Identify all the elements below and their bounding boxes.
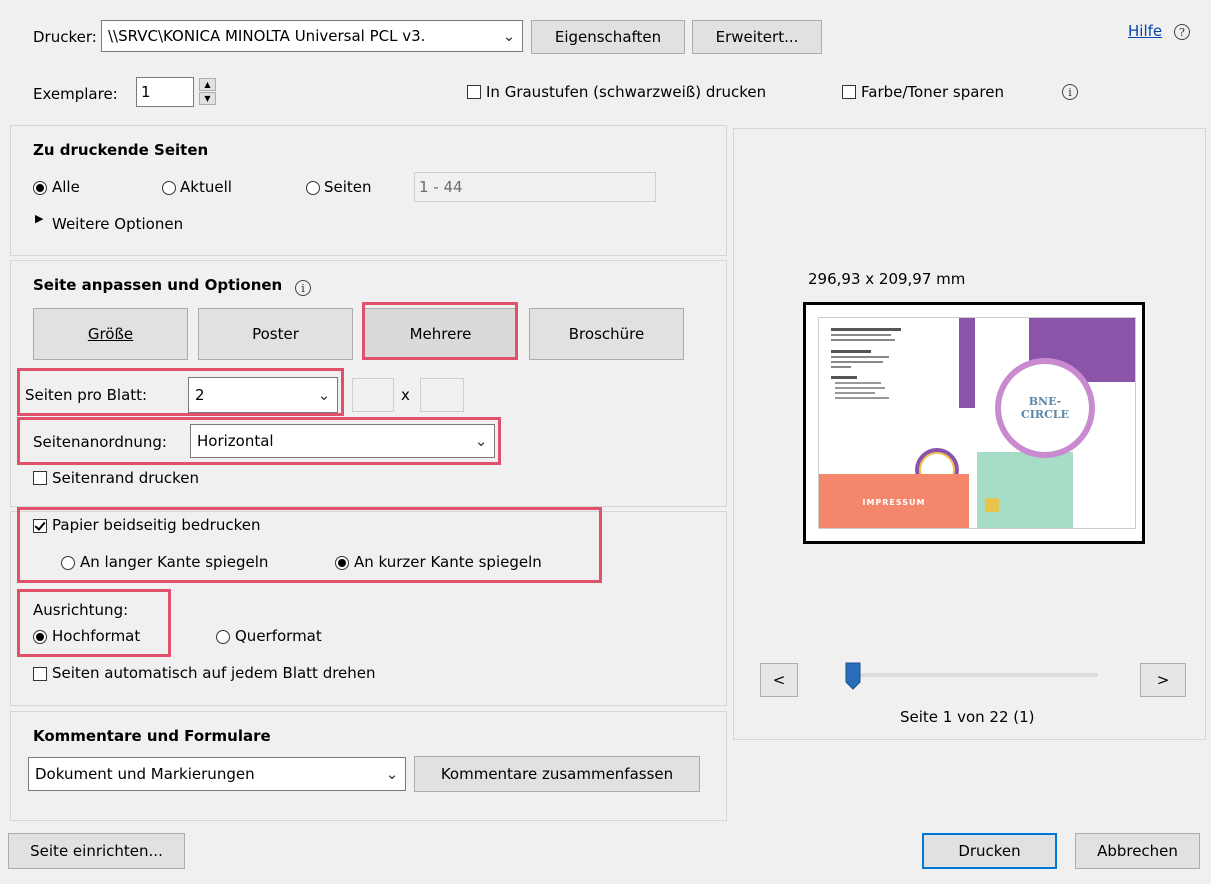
grid-rows-input[interactable] — [420, 378, 464, 412]
pages-heading: Zu druckende Seiten — [33, 141, 209, 159]
prev-page-button[interactable]: < — [760, 663, 798, 697]
copies-label: Exemplare: — [33, 85, 118, 103]
printer-label: Drucker: — [33, 28, 97, 46]
highlight-box — [17, 368, 344, 416]
thumb-text-line — [835, 392, 875, 394]
help-icon[interactable]: ? — [1174, 24, 1190, 40]
copies-input[interactable]: 1 — [136, 77, 194, 107]
summarize-comments-button[interactable]: Kommentare zusammenfassen — [414, 756, 700, 792]
thumb-badge-line1: BNE- — [1028, 395, 1062, 408]
properties-button[interactable]: Eigenschaften — [531, 20, 685, 54]
print-button[interactable]: Drucken — [922, 833, 1057, 869]
thumb-text-line — [835, 387, 885, 389]
comments-select[interactable]: Dokument und Markierungen ⌄ — [28, 757, 406, 791]
sizing-info-icon[interactable]: i — [295, 280, 311, 296]
help-link[interactable]: Hilfe — [1128, 22, 1162, 40]
poster-button[interactable]: Poster — [198, 308, 353, 360]
thumb-text-line — [831, 376, 857, 379]
highlight-box — [17, 417, 501, 465]
thumb-text-line — [831, 350, 871, 353]
thumb-badge: BNE- CIRCLE — [995, 358, 1095, 458]
thumb-text-line — [831, 366, 851, 368]
thumb-text-line — [831, 328, 901, 331]
pages-range-input[interactable]: 1 - 44 — [414, 172, 656, 202]
preview-dimensions: 296,93 x 209,97 mm — [808, 270, 966, 288]
thumb-mint-block — [977, 452, 1073, 528]
times-label: x — [401, 386, 410, 404]
thumb-impressum: IMPRESSUM — [819, 474, 969, 528]
page-status: Seite 1 von 22 (1) — [900, 708, 1035, 726]
pages-range-radio[interactable] — [306, 181, 320, 195]
highlight-box — [17, 589, 171, 657]
cancel-button[interactable]: Abbrechen — [1075, 833, 1200, 869]
thumb-text-line — [835, 397, 889, 399]
thumbnail-spread: IMPRESSUM BNE- CIRCLE — [818, 317, 1136, 529]
pages-current-radio[interactable] — [162, 181, 176, 195]
pages-current-label: Aktuell — [180, 178, 232, 196]
landscape-radio[interactable] — [216, 630, 230, 644]
sizing-heading: Seite anpassen und Optionen — [33, 276, 283, 294]
highlight-box — [17, 507, 602, 583]
chevron-down-icon: ⌄ — [385, 765, 399, 783]
pages-all-radio[interactable] — [33, 181, 47, 195]
comments-value: Dokument und Markierungen — [35, 765, 255, 783]
pages-range-label: Seiten — [324, 178, 372, 196]
thumb-logo — [985, 498, 999, 512]
print-border-checkbox[interactable] — [33, 471, 47, 485]
advanced-button[interactable]: Erweitert... — [692, 20, 822, 54]
next-page-button[interactable]: > — [1140, 663, 1186, 697]
page-slider-track[interactable] — [853, 673, 1098, 677]
grayscale-label: In Graustufen (schwarzweiß) drucken — [486, 83, 767, 101]
print-border-label: Seitenrand drucken — [52, 469, 200, 487]
comments-heading: Kommentare und Formulare — [33, 727, 271, 745]
highlight-box — [362, 302, 518, 360]
printer-select[interactable]: \\SRVC\KONICA MINOLTA Universal PCL v3. … — [101, 20, 523, 52]
chevron-down-icon: ⌄ — [502, 27, 516, 45]
auto-rotate-checkbox[interactable] — [33, 667, 47, 681]
thumb-badge-line2: CIRCLE — [1021, 408, 1069, 421]
copies-decrement-button[interactable]: ▼ — [199, 92, 216, 105]
booklet-button[interactable]: Broschüre — [529, 308, 684, 360]
size-button[interactable]: Größe — [33, 308, 188, 360]
thumb-text-line — [831, 334, 891, 336]
expand-triangle-icon[interactable]: ▶ — [35, 212, 43, 225]
page-slider-thumb[interactable] — [845, 662, 861, 690]
preview-page: IMPRESSUM BNE- CIRCLE — [803, 302, 1145, 544]
thumb-text-line — [831, 361, 883, 363]
thumb-text-line — [831, 356, 889, 358]
thumb-text-line — [831, 339, 895, 341]
grayscale-checkbox[interactable] — [467, 85, 481, 99]
auto-rotate-label: Seiten automatisch auf jedem Blatt drehe… — [52, 664, 376, 682]
more-options-link[interactable]: Weitere Optionen — [52, 215, 183, 233]
save-toner-label: Farbe/Toner sparen — [861, 83, 1004, 101]
info-icon[interactable]: i — [1062, 84, 1078, 100]
thumb-purple-bar — [959, 318, 975, 408]
copies-increment-button[interactable]: ▲ — [199, 78, 216, 91]
printer-value: \\SRVC\KONICA MINOLTA Universal PCL v3. — [108, 27, 426, 45]
page-setup-button[interactable]: Seite einrichten... — [8, 833, 185, 869]
grid-columns-input[interactable] — [352, 378, 394, 412]
thumb-text-line — [835, 382, 881, 384]
save-toner-checkbox[interactable] — [842, 85, 856, 99]
landscape-label: Querformat — [235, 627, 322, 645]
pages-all-label: Alle — [52, 178, 80, 196]
